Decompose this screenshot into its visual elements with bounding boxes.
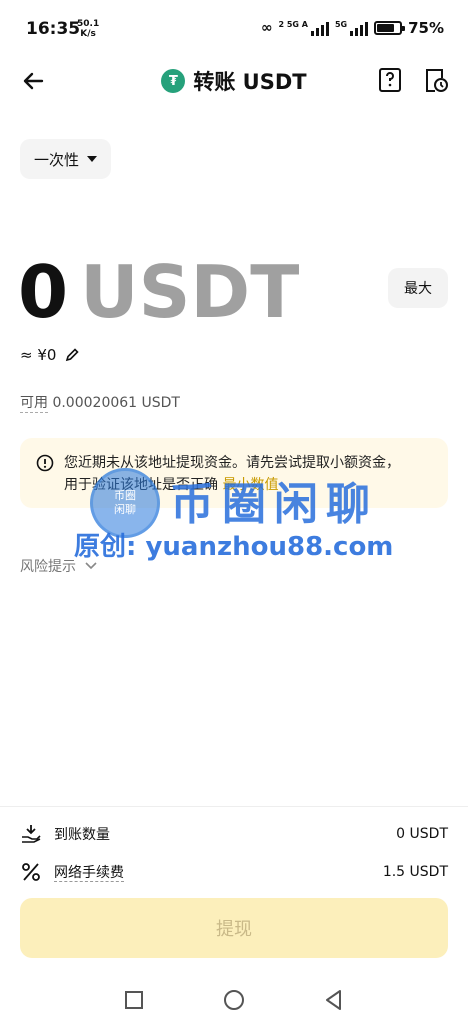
- fiat-value: ≈ ¥0: [20, 346, 57, 364]
- risk-notice-label: 风险提示: [20, 559, 76, 575]
- net2-label: 5G: [334, 20, 348, 29]
- edit-pencil-icon[interactable]: [64, 347, 80, 363]
- hotspot-icon: ∞: [260, 20, 273, 36]
- watermark-title: 币圈闲聊: [170, 479, 378, 530]
- signal-icon-2: 5G: [334, 20, 369, 36]
- history-icon[interactable]: [422, 66, 450, 94]
- nav-back-icon[interactable]: [322, 988, 346, 1012]
- amount-unit: USDT: [80, 250, 300, 334]
- caret-down-icon: [87, 156, 98, 162]
- divider: [0, 806, 468, 807]
- speed-unit: K/s: [80, 29, 96, 39]
- receive-hand-icon: [22, 825, 41, 843]
- fee-label-text: 网络手续费: [54, 865, 124, 882]
- system-nav-bar: [0, 980, 468, 1024]
- network-speed: 50.1 K/s: [77, 19, 99, 39]
- usdt-token-icon: ₮: [161, 69, 186, 93]
- amount-value: 0: [18, 250, 69, 334]
- status-bar: 16:35 50.1 K/s ∞ 2 5G A 5G 75%: [0, 0, 468, 62]
- transfer-mode-label: 一次性: [34, 150, 80, 169]
- status-icons: ∞ 2 5G A 5G 75%: [261, 19, 444, 37]
- signal-icon-1: 2 5G A: [278, 20, 329, 36]
- home-icon[interactable]: [222, 988, 246, 1012]
- fee-label[interactable]: 网络手续费: [54, 862, 383, 882]
- watermark-seal-line1: 币圈: [114, 489, 136, 502]
- watermark-seal-line2: 闲聊: [114, 503, 136, 516]
- net1-label: 2 5G A: [278, 20, 308, 29]
- available-label: 可用: [20, 395, 48, 413]
- transfer-mode-dropdown[interactable]: 一次性: [20, 139, 112, 179]
- watermark-source: 原创: yuanzhou88.com: [74, 532, 394, 562]
- speed-value: 50.1: [77, 19, 100, 29]
- available-balance: 可用 0.00020061 USDT: [20, 392, 180, 413]
- amount-input[interactable]: 0 USDT: [18, 250, 299, 334]
- network-fee-row: 网络手续费 1.5 USDT: [20, 858, 448, 886]
- page-title-text: 转账 USDT: [193, 70, 307, 94]
- battery-icon: [374, 21, 406, 35]
- available-value: 0.00020061 USDT: [52, 395, 180, 411]
- warning-info-icon: [36, 454, 54, 472]
- app-header: ₮ 转账 USDT: [0, 58, 468, 104]
- battery-percent: 75%: [408, 19, 444, 37]
- withdraw-button[interactable]: 提现: [20, 898, 448, 958]
- received-value: 0 USDT: [396, 826, 448, 842]
- percent-icon: [22, 863, 40, 881]
- received-amount-row: 到账数量 0 USDT: [20, 820, 448, 848]
- status-time: 16:35: [26, 19, 81, 39]
- fee-value: 1.5 USDT: [382, 864, 448, 880]
- recent-apps-icon[interactable]: [122, 988, 146, 1012]
- fiat-estimate: ≈ ¥0: [20, 346, 80, 364]
- received-label: 到账数量: [54, 827, 110, 843]
- max-button[interactable]: 最大: [388, 268, 448, 308]
- help-book-icon[interactable]: [376, 66, 404, 94]
